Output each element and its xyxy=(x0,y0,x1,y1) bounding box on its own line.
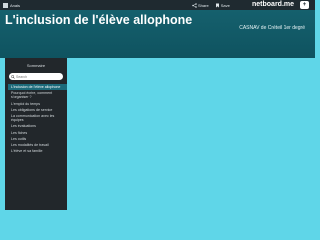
top-bar: Anais Share Save netboard.me + xyxy=(0,0,315,10)
bookmark-icon xyxy=(215,3,219,7)
sidebar: Sommaire L'inclusion de l'élève allophon… xyxy=(5,58,67,210)
add-button[interactable]: + xyxy=(300,1,309,9)
user-menu[interactable]: Anais xyxy=(3,2,21,8)
save-button[interactable]: Save xyxy=(215,3,230,8)
search-box[interactable] xyxy=(9,73,63,80)
share-label: Share xyxy=(198,2,209,8)
search-input[interactable] xyxy=(16,74,60,79)
brand-logo[interactable]: netboard.me xyxy=(252,1,294,8)
username: Anais xyxy=(10,2,21,8)
save-label: Save xyxy=(220,2,230,8)
search-icon xyxy=(11,74,15,79)
share-icon xyxy=(192,2,197,8)
sidebar-list: L'inclusion de l'élève allophone Pourquo… xyxy=(8,84,67,154)
share-button[interactable]: Share xyxy=(192,3,209,8)
sidebar-title: Sommaire xyxy=(26,63,46,68)
page-subtitle: CASNAV de Créteil 1er degré xyxy=(239,25,305,31)
avatar xyxy=(3,2,8,8)
board-header: L'inclusion de l'élève allophone CASNAV … xyxy=(0,10,315,58)
sidebar-item[interactable]: Pourquoi écrire, comment s'organiser ? xyxy=(8,90,67,100)
sidebar-item[interactable]: L'élève et sa famille xyxy=(8,148,67,154)
sidebar-item[interactable]: La communication avec les équipes xyxy=(8,113,67,123)
page-title: L'inclusion de l'élève allophone xyxy=(5,13,193,27)
